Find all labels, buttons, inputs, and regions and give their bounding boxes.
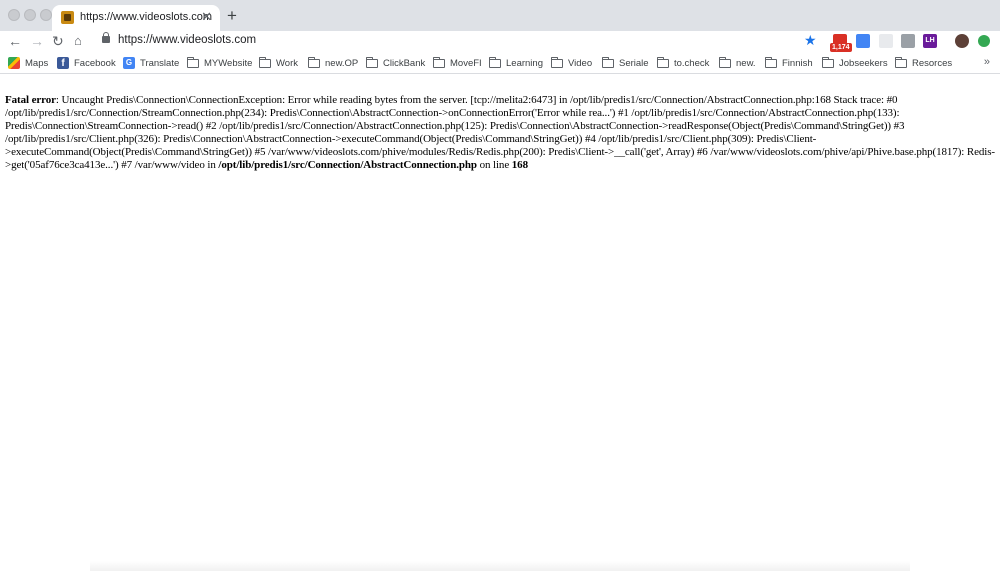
error-message: Fatal error: Uncaught Predis\Connection\…	[5, 94, 995, 171]
bookmark-folder-learning[interactable]: Learning	[489, 56, 543, 70]
error-line-number: 168	[511, 158, 528, 171]
bookmark-folder-work[interactable]: Work	[259, 56, 298, 70]
adblock-icon[interactable]: 1,174	[830, 34, 852, 52]
bookmark-folder-movefi[interactable]: MoveFI	[433, 56, 482, 70]
profile-avatar[interactable]	[955, 34, 969, 48]
bookmark-folder-seriale[interactable]: Seriale	[602, 56, 649, 70]
error-line-text: on line	[476, 158, 512, 171]
folder-icon	[366, 56, 378, 68]
error-label: Fatal error	[5, 94, 56, 106]
folder-icon	[187, 56, 199, 68]
maximize-window-button[interactable]	[40, 9, 52, 21]
translate-icon[interactable]	[856, 34, 870, 48]
back-arrow-icon[interactable]: ←	[8, 32, 22, 50]
folder-icon	[259, 56, 271, 68]
bookmark-folder-to-check[interactable]: to.check	[657, 56, 709, 70]
maps-icon	[8, 57, 20, 69]
adblock-badge: 1,174	[830, 43, 852, 52]
code-icon[interactable]	[901, 34, 915, 48]
folder-icon	[895, 56, 907, 68]
new-tab-button[interactable]: +	[227, 7, 237, 25]
bookmark-folder-new-op[interactable]: new.OP	[308, 56, 358, 70]
tab-title: https://www.videoslots.com	[80, 11, 213, 23]
bookmarks-bar: Maps f Facebook G Translate MYWebsite Wo…	[0, 52, 1000, 74]
error-file: /opt/lib/predis1/src/Connection/Abstract…	[218, 158, 477, 171]
bookmark-star-icon[interactable]: ★	[804, 31, 817, 49]
bookmark-folder-finnish[interactable]: Finnish	[765, 56, 813, 70]
bookmark-facebook[interactable]: f Facebook	[57, 56, 116, 70]
translate-icon: G	[123, 57, 135, 69]
bookmark-folder-jobseekers[interactable]: Jobseekers	[822, 56, 888, 70]
bookmark-folder-clickbank[interactable]: ClickBank	[366, 56, 425, 70]
extension-green-icon[interactable]	[978, 35, 990, 47]
page-bottom-shadow	[90, 561, 910, 571]
bookmark-translate[interactable]: G Translate	[123, 56, 179, 70]
folder-icon	[433, 56, 445, 68]
bookmark-folder-new[interactable]: new.	[719, 56, 756, 70]
lock-icon	[102, 32, 110, 43]
folder-icon	[822, 56, 834, 68]
bookmark-folder-mywebsite[interactable]: MYWebsite	[187, 56, 252, 70]
folder-icon	[551, 56, 563, 68]
address-bar[interactable]: https://www.videoslots.com ★	[96, 31, 826, 51]
folder-icon	[602, 56, 614, 68]
toolbar: ← → ↻ ⌂ https://www.videoslots.com ★ 1,1…	[0, 31, 1000, 52]
minimize-window-button[interactable]	[24, 9, 36, 21]
url-text[interactable]: https://www.videoslots.com	[118, 34, 256, 46]
bookmark-folder-resorces[interactable]: Resorces	[895, 56, 952, 70]
close-window-button[interactable]	[8, 9, 20, 21]
home-icon[interactable]: ⌂	[74, 32, 82, 50]
cloud-icon[interactable]	[879, 34, 893, 48]
reload-icon[interactable]: ↻	[52, 32, 64, 50]
site-favicon-icon	[61, 11, 74, 24]
folder-icon	[489, 56, 501, 68]
bookmark-maps[interactable]: Maps	[8, 56, 48, 70]
folder-icon	[719, 56, 731, 68]
folder-icon	[657, 56, 669, 68]
folder-icon	[765, 56, 777, 68]
more-bookmarks-icon[interactable]: »	[984, 56, 990, 68]
lighthouse-icon[interactable]: LH	[923, 34, 937, 48]
tab-strip: https://www.videoslots.com ✕ +	[0, 0, 1000, 31]
forward-arrow-icon[interactable]: →	[30, 32, 44, 50]
folder-icon	[308, 56, 320, 68]
facebook-icon: f	[57, 57, 69, 69]
active-tab[interactable]: https://www.videoslots.com ✕	[52, 5, 220, 31]
tab-close-icon[interactable]: ✕	[201, 9, 212, 25]
bookmark-folder-video[interactable]: Video	[551, 56, 592, 70]
